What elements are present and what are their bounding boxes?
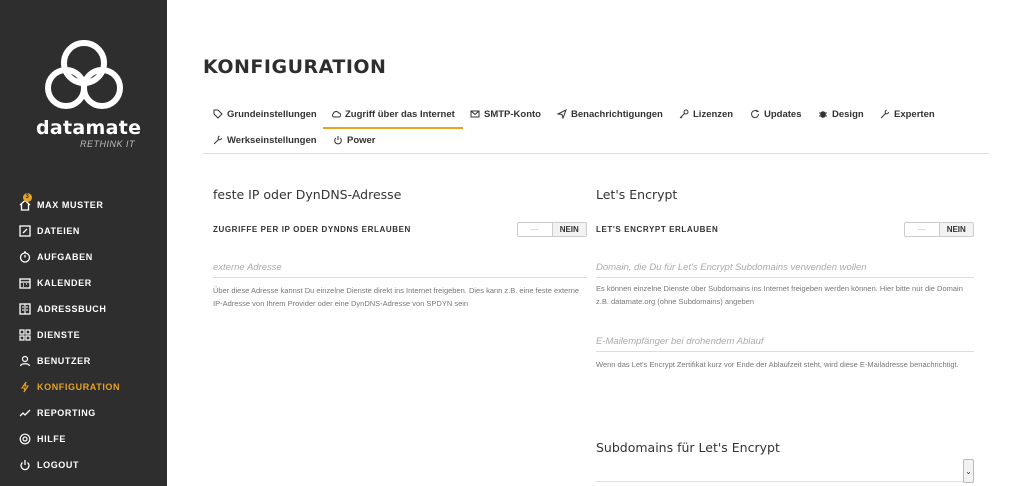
dyndns-toggle[interactable]: — NEIN bbox=[517, 222, 587, 237]
users-icon bbox=[19, 355, 31, 367]
tab-label: Grundeinstellungen bbox=[227, 108, 317, 120]
dyndns-option-label: ZUGRIFFE PER IP ODER DYNDNS ERLAUBEN bbox=[213, 225, 411, 234]
chart-icon bbox=[19, 407, 31, 419]
sidebar: datamate RETHINK IT 3 MAX MUSTER DATEIEN… bbox=[0, 0, 167, 486]
sidebar-item-kalender[interactable]: KALENDER bbox=[0, 270, 167, 296]
sidebar-item-label: BENUTZER bbox=[37, 356, 91, 366]
power-icon bbox=[334, 136, 342, 145]
toggle-knob: — bbox=[917, 225, 926, 234]
addressbook-icon bbox=[19, 303, 31, 315]
tab-label: Updates bbox=[764, 108, 802, 120]
main-content: KONFIGURATION Grundeinstellungen Zugriff… bbox=[167, 0, 1024, 486]
toggle-knob: — bbox=[530, 225, 539, 234]
tab-werkseinstellungen[interactable]: Werkseinstellungen bbox=[213, 127, 317, 153]
datamate-logo bbox=[0, 36, 167, 112]
sidebar-item-dienste[interactable]: DIENSTE bbox=[0, 322, 167, 348]
sidebar-item-label: DIENSTE bbox=[37, 330, 81, 340]
sidebar-item-label: HILFE bbox=[37, 434, 66, 444]
expiry-email-help: Wenn das Let's Encrypt Zertifikat kurz v… bbox=[596, 360, 959, 369]
lifebuoy-icon bbox=[19, 433, 31, 445]
external-address-input[interactable] bbox=[213, 262, 587, 278]
sidebar-item-hilfe[interactable]: HILFE bbox=[0, 426, 167, 452]
tab-label: SMTP-Konto bbox=[484, 108, 541, 120]
tab-label: Werkseinstellungen bbox=[227, 134, 317, 146]
toggle-value: NEIN bbox=[938, 223, 973, 236]
sidebar-item-adressbuch[interactable]: ADRESSBUCH bbox=[0, 296, 167, 322]
calendar-icon bbox=[19, 277, 31, 289]
sidebar-item-label: KONFIGURATION bbox=[37, 382, 121, 392]
sidebar-item-benutzer[interactable]: BENUTZER bbox=[0, 348, 167, 374]
wrench-icon bbox=[213, 135, 223, 145]
letsencrypt-toggle[interactable]: — NEIN bbox=[904, 222, 974, 237]
timer-icon bbox=[19, 251, 31, 263]
brand-name: datamate bbox=[36, 117, 142, 139]
tag-icon bbox=[213, 109, 223, 119]
tab-benachrichtigungen[interactable]: Benachrichtigungen bbox=[557, 101, 663, 127]
sidebar-item-label: AUFGABEN bbox=[37, 252, 93, 262]
sidebar-item-label: REPORTING bbox=[37, 408, 96, 418]
edit-icon bbox=[19, 225, 31, 237]
wrench-icon bbox=[880, 109, 890, 119]
section-title-letsencrypt: Let's Encrypt bbox=[596, 187, 678, 202]
tab-lizenzen[interactable]: Lizenzen bbox=[679, 101, 733, 127]
sidebar-item-label: DATEIEN bbox=[37, 226, 81, 236]
notification-badge: 3 bbox=[23, 193, 32, 202]
section-title-subdomains: Subdomains für Let's Encrypt bbox=[596, 440, 780, 455]
tab-zugriff[interactable]: Zugriff über das Internet bbox=[323, 101, 463, 129]
subdomains-select[interactable]: ⌄ bbox=[596, 457, 974, 483]
letsencrypt-option-label: LET'S ENCRYPT ERLAUBEN bbox=[596, 225, 719, 234]
bolt-icon bbox=[19, 381, 31, 393]
sidebar-nav: 3 MAX MUSTER DATEIEN AUFGABEN KALENDER A… bbox=[0, 192, 167, 478]
tab-experten[interactable]: Experten bbox=[880, 101, 935, 127]
config-tabs: Grundeinstellungen Zugriff über das Inte… bbox=[203, 100, 989, 154]
tab-label: Experten bbox=[894, 108, 935, 120]
external-address-help: Über diese Adresse kannst Du einzelne Di… bbox=[213, 286, 580, 308]
sidebar-item-konfiguration[interactable]: KONFIGURATION bbox=[0, 374, 167, 400]
send-icon bbox=[557, 109, 567, 119]
sidebar-item-reporting[interactable]: REPORTING bbox=[0, 400, 167, 426]
domain-input[interactable] bbox=[596, 262, 974, 278]
section-title-dyndns: feste IP oder DynDNS-Adresse bbox=[213, 187, 402, 202]
power-icon bbox=[19, 459, 31, 471]
chevron-down-icon[interactable]: ⌄ bbox=[963, 459, 974, 483]
tab-label: Lizenzen bbox=[693, 108, 734, 120]
tab-label: Zugriff über das Internet bbox=[345, 108, 455, 120]
sidebar-item-user[interactable]: 3 MAX MUSTER bbox=[0, 192, 167, 218]
tab-label: Benachrichtigungen bbox=[571, 108, 663, 120]
sidebar-item-label: ADRESSBUCH bbox=[37, 304, 107, 314]
bug-icon bbox=[819, 111, 827, 118]
sidebar-item-logout[interactable]: LOGOUT bbox=[0, 452, 167, 478]
sidebar-item-label: KALENDER bbox=[37, 278, 92, 288]
refresh-icon bbox=[751, 109, 760, 119]
sidebar-item-aufgaben[interactable]: AUFGABEN bbox=[0, 244, 167, 270]
brand-tagline: RETHINK IT bbox=[80, 139, 136, 149]
grid-icon bbox=[19, 329, 31, 341]
tab-power[interactable]: Power bbox=[333, 127, 376, 153]
tab-grundeinstellungen[interactable]: Grundeinstellungen bbox=[213, 101, 317, 127]
tab-label: Design bbox=[832, 108, 864, 120]
toggle-value: NEIN bbox=[551, 223, 586, 236]
page-title: KONFIGURATION bbox=[203, 56, 387, 78]
tab-smtp[interactable]: SMTP-Konto bbox=[470, 101, 541, 127]
mail-icon bbox=[470, 110, 480, 118]
sidebar-item-label: LOGOUT bbox=[37, 460, 80, 470]
tab-design[interactable]: Design bbox=[818, 101, 864, 127]
domain-help: Es können einzelne Dienste über Subdomai… bbox=[596, 284, 963, 306]
sidebar-item-dateien[interactable]: DATEIEN bbox=[0, 218, 167, 244]
expiry-email-input[interactable] bbox=[596, 336, 974, 352]
cloud-icon bbox=[331, 111, 341, 118]
tab-label: Power bbox=[347, 134, 376, 146]
sidebar-item-label: MAX MUSTER bbox=[37, 200, 104, 210]
tab-updates[interactable]: Updates bbox=[750, 101, 801, 127]
key-icon bbox=[679, 109, 689, 119]
